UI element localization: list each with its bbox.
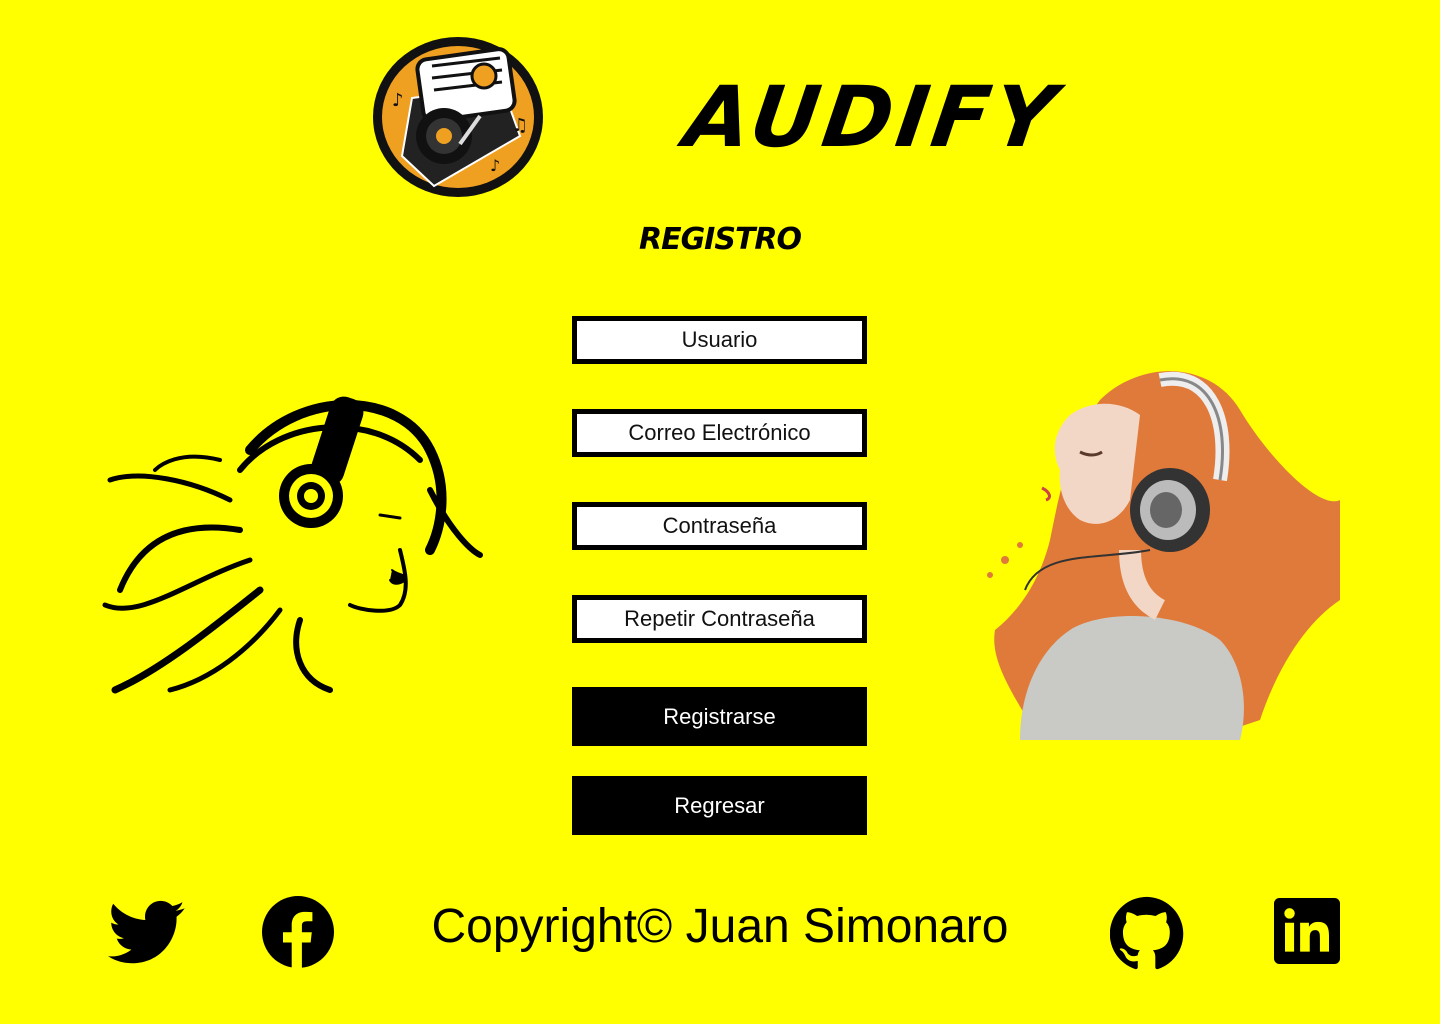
woman-headphones-line-art xyxy=(100,390,485,700)
facebook-icon xyxy=(262,896,334,968)
email-input[interactable] xyxy=(572,409,867,457)
logo: ♪ ♫ ♪ xyxy=(372,36,544,198)
girl-headphones-illustration-icon xyxy=(987,371,1340,740)
repeat-password-input[interactable] xyxy=(572,595,867,643)
password-input[interactable] xyxy=(572,502,867,550)
brand-title: AUDIFY xyxy=(679,68,1066,166)
page-title: REGISTRO xyxy=(638,222,802,257)
svg-text:♪: ♪ xyxy=(392,90,404,111)
github-icon xyxy=(1109,896,1184,970)
girl-headphones-watercolor xyxy=(980,360,1345,750)
back-button[interactable]: Regresar xyxy=(572,776,867,835)
vinyl-record-player-logo-icon: ♪ ♫ ♪ xyxy=(373,37,543,197)
svg-text:♪: ♪ xyxy=(490,156,500,175)
twitter-link[interactable] xyxy=(108,900,186,970)
username-input[interactable] xyxy=(572,316,867,364)
linkedin-link[interactable] xyxy=(1274,898,1340,968)
facebook-link[interactable] xyxy=(262,896,334,972)
register-button[interactable]: Registrarse xyxy=(572,687,867,746)
github-link[interactable] xyxy=(1109,896,1184,974)
linkedin-icon xyxy=(1274,898,1340,964)
twitter-icon xyxy=(108,900,185,964)
woman-headphones-illustration-icon xyxy=(102,396,483,694)
svg-text:♫: ♫ xyxy=(512,115,528,136)
copyright-text: Copyright© Juan Simonaro xyxy=(431,900,1009,953)
